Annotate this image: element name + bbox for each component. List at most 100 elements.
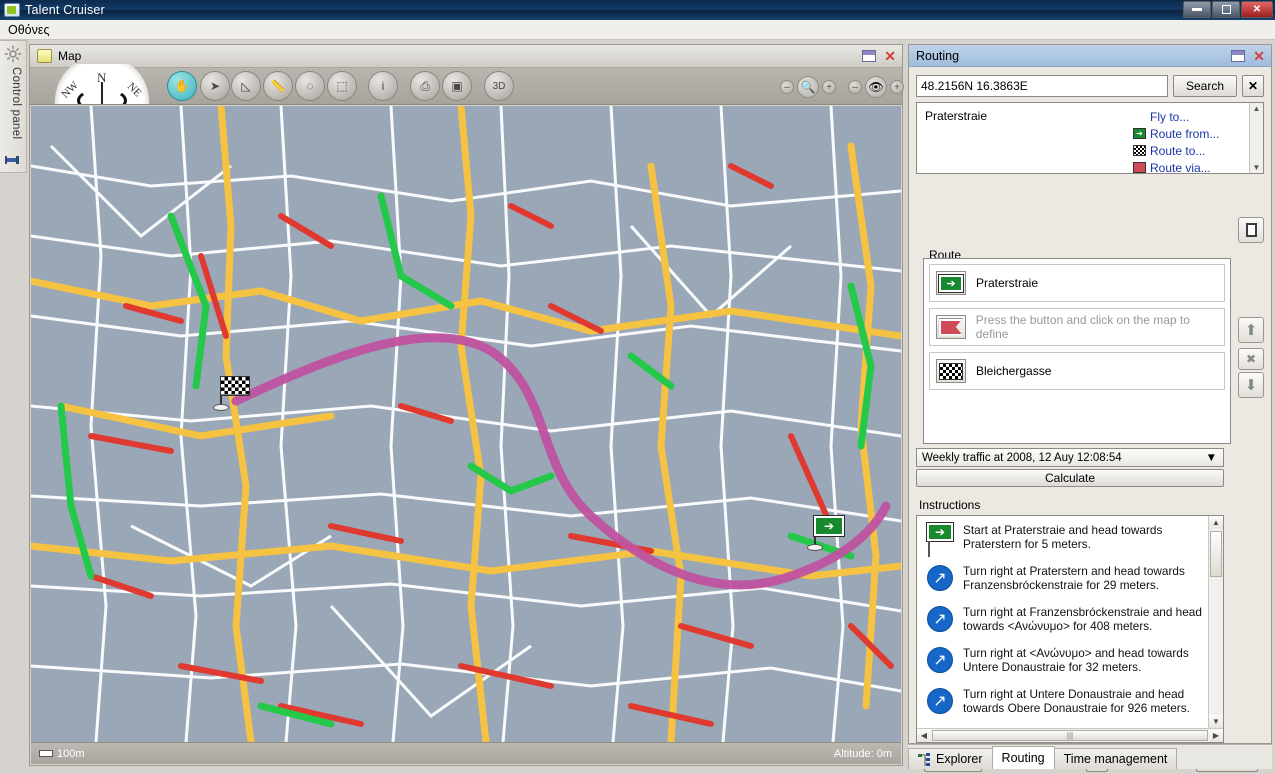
app-icon — [4, 3, 20, 17]
restore-button[interactable] — [1212, 1, 1240, 18]
result-actions: Fly to... ➔ Route from... Route to... Ro… — [1133, 103, 1249, 176]
red-flag-icon — [936, 315, 966, 339]
green-flag-icon: ➔ — [936, 271, 966, 295]
route-from-link[interactable]: ➔ Route from... — [1133, 125, 1249, 142]
select-tool-button[interactable]: ➤ — [200, 71, 230, 101]
tab-routing[interactable]: Routing — [991, 746, 1055, 769]
close-button[interactable]: ✕ — [1241, 1, 1273, 18]
route-list: ➔ Praterstraie Press the button and clic… — [923, 258, 1231, 444]
checkered-flag-icon — [1133, 145, 1146, 156]
instruction-row[interactable]: ↗ Turn right at Franzensbróckenstraie an… — [917, 598, 1208, 639]
map-restore-button[interactable] — [862, 50, 877, 62]
visibility-decrease-button[interactable]: – — [848, 80, 862, 94]
instructions-vertical-scrollbar[interactable]: ▲ ▼ — [1208, 516, 1223, 728]
clear-search-button[interactable]: ✕ — [1242, 75, 1264, 97]
scroll-up-arrow-icon[interactable]: ▲ — [1253, 104, 1261, 113]
search-button[interactable]: Search — [1173, 75, 1237, 97]
map-panel-controls: ✕ — [862, 49, 896, 63]
gear-icon[interactable] — [4, 45, 22, 63]
hand-icon: ✋ — [174, 79, 190, 93]
instruction-row[interactable]: ↗ Turn right at <Ανώνυμο> and head towar… — [917, 639, 1208, 680]
instructions-list[interactable]: ➔ Start at Praterstraie and head towards… — [917, 516, 1208, 728]
scroll-down-arrow-icon[interactable]: ▼ — [1253, 163, 1261, 172]
red-flag-icon — [1133, 162, 1146, 173]
zoom-controls: – 🔍 + — [780, 76, 836, 98]
eye-icon[interactable]: 👁 — [865, 76, 887, 98]
print-tool-button[interactable]: ⎙ — [410, 71, 440, 101]
routing-close-button[interactable]: ✕ — [1253, 49, 1265, 63]
traffic-profile-select[interactable]: Weekly traffic at 2008, 12 Auy 12:08:54 … — [916, 448, 1224, 467]
routing-restore-button[interactable] — [1231, 49, 1246, 62]
route-item-start[interactable]: ➔ Praterstraie — [929, 264, 1225, 302]
zoom-out-button[interactable]: – — [780, 80, 794, 94]
search-results-list[interactable]: Praterstraie Fly to... ➔ Route from... R… — [916, 102, 1264, 176]
magnifier-icon[interactable]: 🔍 — [797, 76, 819, 98]
move-up-button[interactable]: ⬆ — [1238, 317, 1264, 343]
three-d-tool-button[interactable]: 3D — [484, 71, 514, 101]
instructions-label: Instructions — [919, 498, 981, 512]
measure-tool-button[interactable]: 📏 — [263, 71, 293, 101]
three-d-icon: 3D — [492, 80, 506, 92]
route-via-link[interactable]: Route via... — [1133, 159, 1249, 176]
pin-icon[interactable] — [5, 153, 21, 167]
snapshot-tool-button[interactable]: ▣ — [442, 71, 472, 101]
panel-tabs: Explorer Routing Time management — [908, 744, 1272, 769]
checkered-flag-icon — [936, 359, 966, 383]
scroll-left-arrow-icon[interactable]: ◀ — [917, 729, 931, 742]
search-input[interactable]: 48.2156N 16.3863E — [916, 75, 1168, 97]
map-toolbar: N NW NE ✋ ➤ ◺ 📏 ◌ ⬚ i ⎙ ▣ 3D – 🔍 + – 👁 + — [30, 64, 904, 105]
fly-to-link[interactable]: Fly to... — [1133, 108, 1249, 125]
scroll-up-arrow-icon[interactable]: ▲ — [1209, 516, 1223, 529]
tab-time-management[interactable]: Time management — [1053, 748, 1178, 769]
scrollbar-thumb[interactable] — [1210, 531, 1222, 577]
instructions-panel: ➔ Start at Praterstraie and head towards… — [916, 515, 1224, 743]
menu-bar: Οθόνες — [0, 20, 1275, 40]
scroll-down-arrow-icon[interactable]: ▼ — [1209, 715, 1223, 728]
route-item-via[interactable]: Press the button and click on the map to… — [929, 308, 1225, 346]
green-flag-icon: ➔ — [1133, 128, 1146, 139]
tab-explorer[interactable]: Explorer — [908, 748, 993, 769]
instructions-horizontal-scrollbar[interactable]: ◀ ||| ▶ — [917, 728, 1223, 742]
polyline-tool-button[interactable]: ◺ — [231, 71, 261, 101]
ruler-icon: 📏 — [270, 79, 286, 93]
map-canvas[interactable]: estimated1 ➔ — [31, 106, 901, 742]
circle-select-tool-button[interactable]: ◌ — [295, 71, 325, 101]
map-graphic — [31, 106, 901, 742]
minimize-button[interactable] — [1183, 1, 1211, 18]
route-item-label: Bleichergasse — [976, 364, 1052, 378]
menu-item-othones[interactable]: Οθόνες — [0, 22, 57, 38]
map-status-bar: 100m Altitude: 0m — [31, 742, 901, 764]
zoom-in-button[interactable]: + — [822, 80, 836, 94]
visibility-increase-button[interactable]: + — [890, 80, 904, 94]
routing-panel-controls: ✕ — [1231, 49, 1265, 63]
cursor-icon: ➤ — [209, 79, 221, 93]
define-on-map-button[interactable] — [1238, 217, 1264, 243]
results-scrollbar[interactable]: ▲ ▼ — [1249, 103, 1263, 173]
control-panel-label: Control panel — [10, 67, 22, 140]
scrollbar-thumb[interactable]: ||| — [932, 730, 1208, 741]
window-controls: ✕ — [1183, 1, 1273, 18]
circle-select-icon: ◌ — [306, 79, 314, 93]
rectangle-select-tool-button[interactable]: ⬚ — [327, 71, 357, 101]
remove-route-item-button[interactable]: ✖ — [1238, 348, 1264, 370]
routing-panel-title: Routing — [916, 48, 960, 63]
tab-label: Routing — [1001, 751, 1045, 765]
checkered-flag-icon — [220, 376, 250, 396]
instruction-text: Turn right at Praterstern and head towar… — [963, 564, 1185, 592]
turn-right-icon: ↗ — [925, 605, 955, 639]
route-item-destination[interactable]: Bleichergasse — [929, 352, 1225, 390]
route-to-link[interactable]: Route to... — [1133, 142, 1249, 159]
map-close-button[interactable]: ✕ — [884, 49, 896, 63]
close-icon: ✖ — [1245, 352, 1257, 366]
instruction-row[interactable]: ↗ Turn right at Praterstern and head tow… — [917, 557, 1208, 598]
info-tool-button[interactable]: i — [368, 71, 398, 101]
pan-tool-button[interactable]: ✋ — [167, 71, 197, 101]
search-row: 48.2156N 16.3863E Search ✕ — [916, 75, 1264, 97]
start-flag-icon: ➔ — [925, 522, 955, 557]
calculate-button[interactable]: Calculate — [916, 469, 1224, 487]
move-down-button[interactable]: ⬇ — [1238, 372, 1264, 398]
instruction-row[interactable]: ↗ Turn right at Untere Donaustraie and h… — [917, 680, 1208, 721]
scroll-right-arrow-icon[interactable]: ▶ — [1209, 729, 1223, 742]
control-panel-strip[interactable]: Control panel — [0, 40, 27, 173]
instruction-row[interactable]: ➔ Start at Praterstraie and head towards… — [917, 516, 1208, 557]
